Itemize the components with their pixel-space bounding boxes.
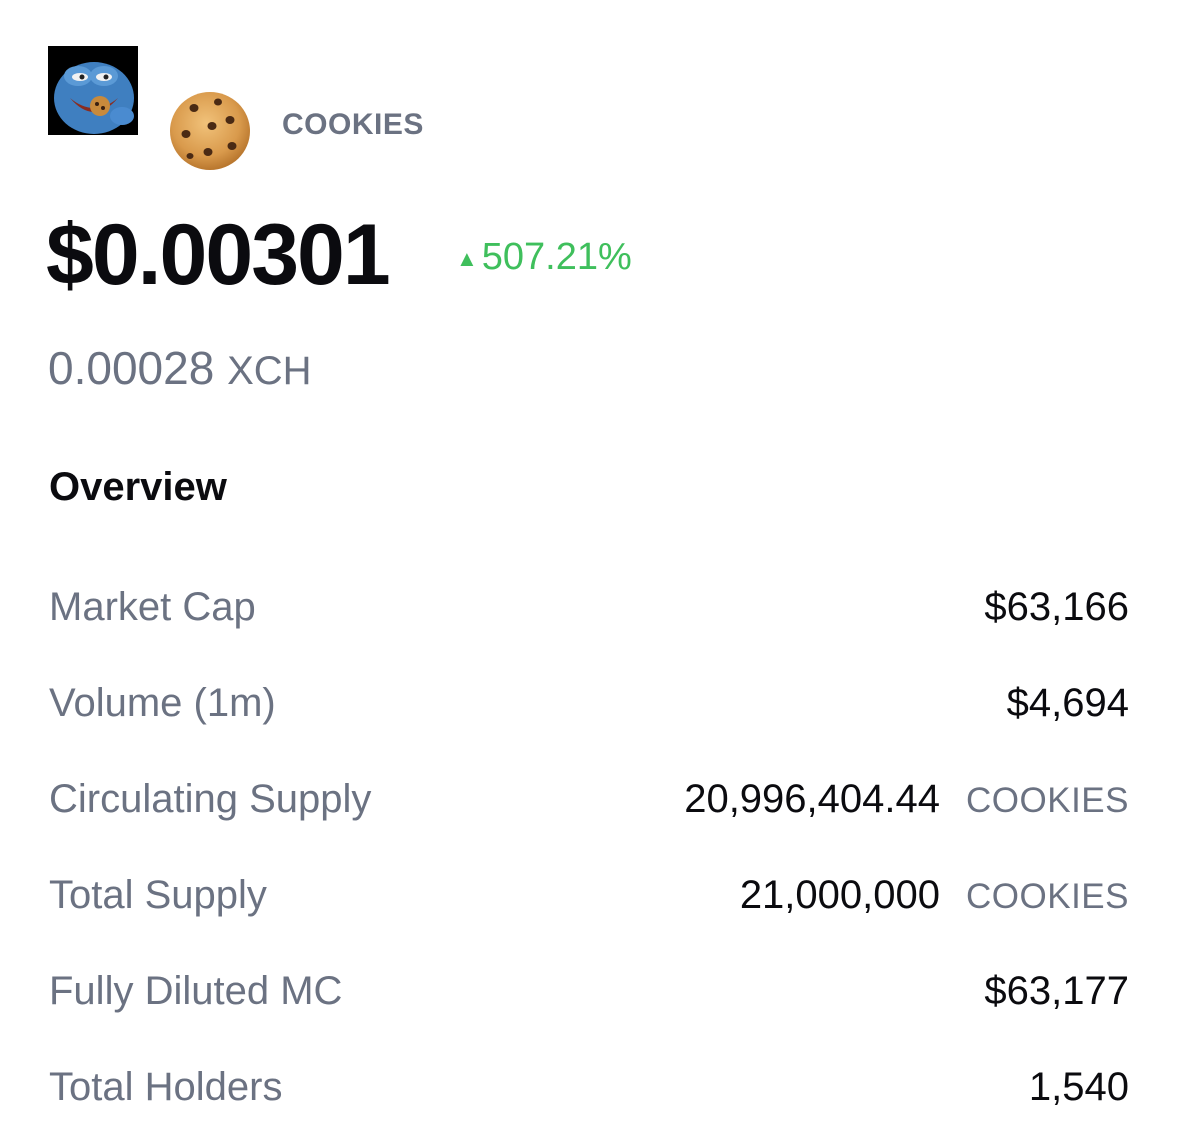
row-label: Total Supply [49, 872, 267, 917]
row-label: Total Holders [49, 1064, 283, 1109]
cookie-icon [168, 90, 252, 172]
overview-row-total-holders: Total Holders 1,540 [49, 1062, 1129, 1112]
price-usd: $0.00301 [46, 207, 391, 303]
row-label: Fully Diluted MC [49, 968, 343, 1013]
overview-title: Overview [49, 465, 227, 509]
row-label: Volume (1m) [49, 680, 276, 725]
row-value: 1,540 [1028, 1064, 1129, 1109]
overview-row-total-supply: Total Supply 21,000,000 COOKIES [49, 870, 1129, 920]
price-xch-unit: XCH [227, 349, 312, 393]
row-unit: COOKIES [966, 780, 1129, 820]
row-label: Circulating Supply [49, 776, 372, 821]
row-unit: COOKIES [966, 876, 1129, 916]
row-value: 21,000,000 [739, 872, 941, 917]
up-arrow-icon: ▲ [456, 246, 478, 271]
price-xch-value: 0.00028 [48, 342, 215, 394]
overview-row-fully-diluted-mc: Fully Diluted MC $63,177 [49, 966, 1129, 1016]
overview-row-market-cap: Market Cap $63,166 [49, 582, 1129, 632]
row-value: $63,166 [984, 584, 1129, 629]
row-label: Market Cap [49, 584, 256, 629]
row-value: $63,177 [984, 968, 1129, 1013]
overview-row-circulating-supply: Circulating Supply 20,996,404.44 COOKIES [49, 774, 1129, 824]
pepe-avatar-icon [48, 46, 138, 135]
row-value: 20,996,404.44 [684, 776, 941, 821]
token-symbol: COOKIES [282, 108, 424, 141]
price-xch: 0.00028 XCH [48, 340, 312, 399]
row-value: $4,694 [1006, 680, 1129, 725]
price-change: ▲ 507.21% [456, 233, 632, 281]
price-change-value: 507.21% [481, 236, 632, 278]
overview-row-volume: Volume (1m) $4,694 [49, 678, 1129, 728]
